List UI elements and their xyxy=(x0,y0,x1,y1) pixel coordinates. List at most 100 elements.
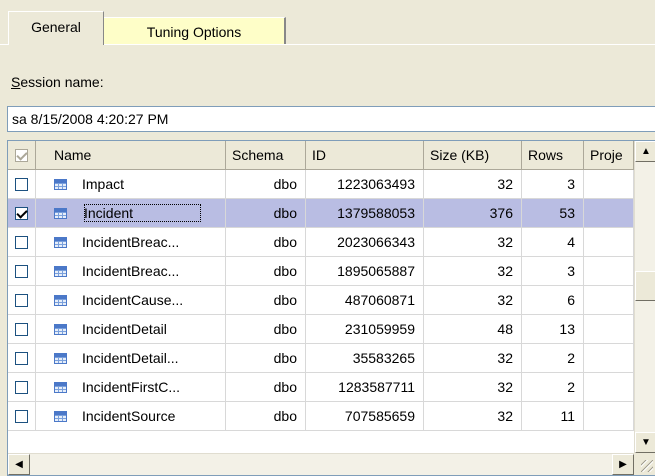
row-name: IncidentFirstC... xyxy=(82,379,181,395)
row-id: 1223063493 xyxy=(306,170,424,199)
table-row[interactable]: IncidentDetail... dbo 35583265 32 2 xyxy=(8,344,634,373)
row-id: 1283587711 xyxy=(306,373,424,402)
row-name: IncidentDetail xyxy=(82,321,167,337)
row-schema: dbo xyxy=(226,170,306,199)
table-row-selected[interactable]: Incident dbo 1379588053 376 53 xyxy=(8,199,634,228)
row-project xyxy=(584,402,634,431)
row-rows: 2 xyxy=(522,344,584,373)
horizontal-scrollbar[interactable]: ◀ ▶ xyxy=(8,453,634,475)
row-project xyxy=(584,257,634,286)
scrollbar-corner xyxy=(634,453,655,475)
tab-tuning-options[interactable]: Tuning Options xyxy=(104,17,286,45)
row-schema: dbo xyxy=(226,402,306,431)
scroll-left-icon[interactable]: ◀ xyxy=(8,454,30,475)
column-header-project[interactable]: Proje xyxy=(584,141,634,170)
row-size: 32 xyxy=(424,402,522,431)
session-name-input[interactable] xyxy=(7,106,655,132)
session-name-label: Session name: xyxy=(11,74,104,90)
row-id: 231059959 xyxy=(306,315,424,344)
row-project xyxy=(584,315,634,344)
vertical-scroll-thumb[interactable] xyxy=(635,271,655,301)
row-size: 32 xyxy=(424,257,522,286)
column-header-rows[interactable]: Rows xyxy=(522,141,584,170)
table-icon xyxy=(54,295,67,306)
row-checkbox[interactable] xyxy=(15,381,28,394)
table-row[interactable]: Impact dbo 1223063493 32 3 xyxy=(8,170,634,199)
row-schema: dbo xyxy=(226,228,306,257)
table-icon xyxy=(54,324,67,335)
table-row[interactable]: IncidentSource dbo 707585659 32 11 xyxy=(8,402,634,431)
row-size: 32 xyxy=(424,286,522,315)
row-rows: 11 xyxy=(522,402,584,431)
table-row[interactable]: IncidentBreac... dbo 2023066343 32 4 xyxy=(8,228,634,257)
row-size: 48 xyxy=(424,315,522,344)
column-header-name[interactable]: Name xyxy=(36,141,226,170)
row-rows: 3 xyxy=(522,170,584,199)
row-rows: 4 xyxy=(522,228,584,257)
resize-grip-icon[interactable] xyxy=(641,460,653,472)
row-checkbox[interactable] xyxy=(15,265,28,278)
row-size: 32 xyxy=(424,344,522,373)
row-checkbox[interactable] xyxy=(15,352,28,365)
table-row[interactable]: IncidentDetail dbo 231059959 48 13 xyxy=(8,315,634,344)
scroll-up-icon[interactable]: ▲ xyxy=(635,141,655,162)
tab-general[interactable]: General xyxy=(8,11,104,45)
table-icon xyxy=(54,353,67,364)
column-header-size[interactable]: Size (KB) xyxy=(424,141,522,170)
row-rows: 2 xyxy=(522,373,584,402)
table-icon xyxy=(54,266,67,277)
row-project xyxy=(584,286,634,315)
row-id: 707585659 xyxy=(306,402,424,431)
row-project xyxy=(584,373,634,402)
column-header-id[interactable]: ID xyxy=(306,141,424,170)
row-checkbox[interactable] xyxy=(15,236,28,249)
row-checkbox[interactable] xyxy=(15,410,28,423)
table-icon xyxy=(54,208,67,219)
table-icon xyxy=(54,411,67,422)
row-schema: dbo xyxy=(226,373,306,402)
scroll-right-icon[interactable]: ▶ xyxy=(612,454,634,475)
select-all-checkbox[interactable] xyxy=(15,149,28,162)
row-schema: dbo xyxy=(226,257,306,286)
row-rows: 6 xyxy=(522,286,584,315)
vertical-scrollbar[interactable]: ▲ ▼ xyxy=(634,141,655,453)
row-project xyxy=(584,199,634,228)
session-name-mnemonic: S xyxy=(11,74,21,90)
row-project xyxy=(584,170,634,199)
table-row[interactable]: IncidentBreac... dbo 1895065887 32 3 xyxy=(8,257,634,286)
row-project xyxy=(584,228,634,257)
row-checkbox[interactable] xyxy=(15,207,28,220)
row-name: Impact xyxy=(82,176,125,192)
row-size: 32 xyxy=(424,373,522,402)
row-name: IncidentBreac... xyxy=(82,234,180,250)
table-icon xyxy=(54,179,67,190)
row-id: 35583265 xyxy=(306,344,424,373)
grid-header: Name Schema ID Size (KB) Rows Proje xyxy=(8,141,655,170)
row-name: IncidentBreac... xyxy=(82,263,180,279)
row-name: IncidentSource xyxy=(82,408,176,424)
table-row[interactable]: IncidentCause... dbo 487060871 32 6 xyxy=(8,286,634,315)
row-size: 32 xyxy=(424,170,522,199)
table-icon xyxy=(54,237,67,248)
scroll-down-icon[interactable]: ▼ xyxy=(635,432,655,453)
row-schema: dbo xyxy=(226,286,306,315)
row-rows: 3 xyxy=(522,257,584,286)
row-schema: dbo xyxy=(226,199,306,228)
row-id: 1379588053 xyxy=(306,199,424,228)
row-checkbox[interactable] xyxy=(15,323,28,336)
row-rows: 13 xyxy=(522,315,584,344)
session-name-label-text: ession name: xyxy=(20,74,104,90)
row-id: 487060871 xyxy=(306,286,424,315)
header-select-all[interactable] xyxy=(8,141,36,170)
row-name: IncidentCause... xyxy=(82,292,184,308)
row-name: Incident xyxy=(82,202,203,224)
row-id: 2023066343 xyxy=(306,228,424,257)
row-project xyxy=(584,344,634,373)
table-icon xyxy=(54,382,67,393)
row-checkbox[interactable] xyxy=(15,294,28,307)
column-header-schema[interactable]: Schema xyxy=(226,141,306,170)
row-size: 376 xyxy=(424,199,522,228)
row-rows: 53 xyxy=(522,199,584,228)
row-checkbox[interactable] xyxy=(15,178,28,191)
table-row[interactable]: IncidentFirstC... dbo 1283587711 32 2 xyxy=(8,373,634,402)
